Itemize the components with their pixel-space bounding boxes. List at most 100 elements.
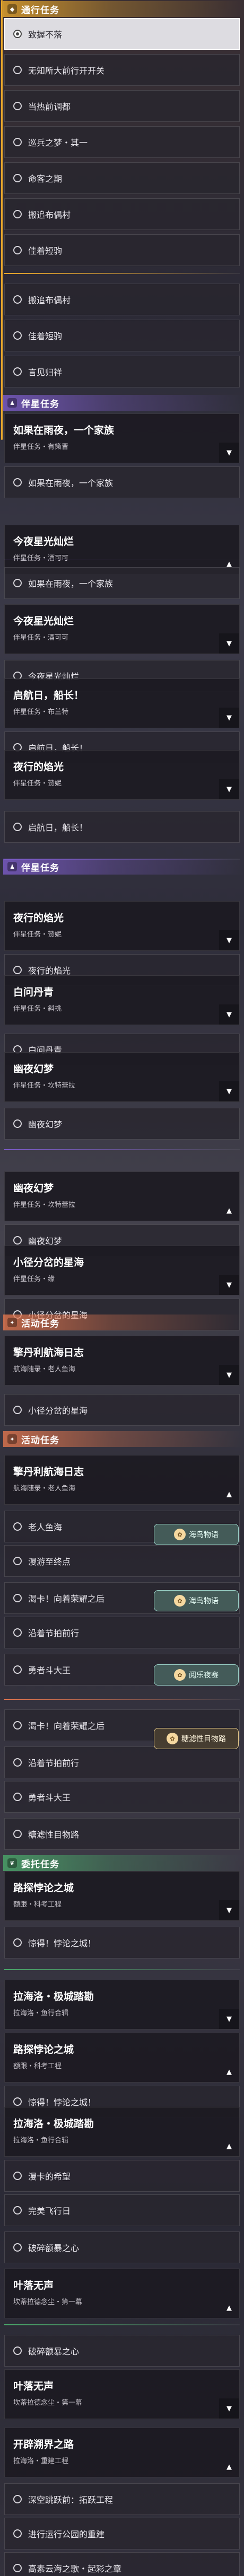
quest-subtitle: 伴星任务・赞妮 (13, 931, 62, 939)
subtask-label: 沿着节拍前行 (28, 1758, 80, 1768)
subtask-item[interactable]: 当热前调都 (4, 90, 240, 122)
chevron-down-icon[interactable]: ▼ (219, 1900, 239, 1920)
subtask-label: 夜行的焰光 (28, 966, 71, 976)
subtask-item[interactable]: 巡兵之梦・其一 (4, 126, 240, 158)
bird-icon: ✿ (174, 1529, 186, 1540)
quest-card[interactable]: 拉海洛・极城踏勘 拉海洛・鱼行合辑 ▼ (4, 1980, 240, 2030)
chevron-down-icon[interactable]: ▼ (219, 930, 239, 950)
chevron-up-icon[interactable]: ▲ (219, 1201, 239, 1221)
subtask-item[interactable]: 命客之期 (4, 162, 240, 194)
subtask-item[interactable]: 破碎额暴之心 (4, 2231, 240, 2263)
chevron-up-icon[interactable]: ▲ (219, 2136, 239, 2156)
quest-subtitle: 伴星任务・坎特蕾拉 (13, 1082, 76, 1090)
radio-circle-icon (13, 246, 22, 254)
section-bar (1, 0, 3, 440)
quest-card[interactable]: 路探悖论之城 额跟・科考工程 ▲ (4, 2033, 240, 2083)
chevron-down-icon[interactable]: ▼ (219, 443, 239, 463)
subtask-item[interactable]: 幽夜幻梦 (4, 1108, 240, 1140)
quest-card[interactable]: 小径分岔的星海 伴星任务・缘 ▼ (4, 1246, 240, 1295)
subtask-label: 糖滤性目物路 (28, 1830, 80, 1840)
chevron-up-icon[interactable]: ▲ (219, 2298, 239, 2318)
quest-card[interactable]: 夜行的焰光 伴星任务・赞妮 ▼ (4, 750, 240, 800)
radio-circle-icon (13, 966, 22, 974)
subtask-item[interactable]: 糖滤性目物路 (4, 1818, 240, 1850)
subtask-item[interactable]: 进行运行公园的重建 (4, 2518, 240, 2549)
radio-circle-icon (13, 1628, 22, 1637)
subtask-item[interactable]: 致握不落 (4, 18, 240, 50)
subtask-item[interactable]: 破碎额暴之心 (4, 2335, 240, 2367)
section-divider (4, 1699, 240, 1700)
section-header-errand[interactable]: ❦ 委托任务 (3, 1855, 244, 1871)
subtask-item[interactable]: 漫游至终点 (4, 1545, 240, 1577)
subtask-item[interactable]: 沿着节拍前行 (4, 1746, 240, 1778)
chevron-up-icon[interactable]: ▲ (219, 1484, 239, 1504)
subtask-item[interactable]: 启航日，船长！ (4, 811, 240, 843)
quest-card[interactable]: 幽夜幻梦 伴星任务・坎特蕾拉 ▼ (4, 1052, 240, 1102)
quest-card[interactable]: 今夜星光灿烂 伴星任务・酒可可 ▼ (4, 604, 240, 654)
subtask-item[interactable]: 惊得！悖论之城！ (4, 1927, 240, 1959)
subtask-label: 幽夜幻梦 (28, 1236, 63, 1246)
subtask-item[interactable]: 漫卡的希望 (4, 2160, 240, 2192)
quest-title: 拉海洛・极城踏勘 (13, 2118, 94, 2130)
floating-badge[interactable]: ✿ 糖滤性目物路 (154, 1728, 239, 1749)
quest-card[interactable]: 叶落无声 坎蒂拉德念尘・第一幕 ▼ (4, 2369, 240, 2419)
subtask-item[interactable]: 搬追布偶村 (4, 284, 240, 315)
floating-badge[interactable]: ✿ 海鸟物语 (154, 1524, 239, 1545)
quest-subtitle: 伴星任务・酒可可 (13, 634, 69, 642)
chevron-down-icon[interactable]: ▼ (219, 2398, 239, 2419)
quest-subtitle: 拉海洛・重建工程 (13, 2457, 69, 2465)
subtask-item[interactable]: 无知所大前行开开关 (4, 54, 240, 86)
subtask-item[interactable]: 言见归祥 (4, 356, 240, 387)
quest-subtitle: 伴星任务・赞妮 (13, 780, 62, 788)
quest-card[interactable]: 擎丹利航海日志 航海随录・老人鱼海 ▼ (4, 1336, 240, 1386)
subtask-item[interactable]: 佳着短驹 (4, 320, 240, 351)
quest-card[interactable]: 夜行的焰光 伴星任务・赞妮 ▼ (4, 901, 240, 951)
subtask-item[interactable]: 如果在雨夜，一个家族 (4, 567, 240, 599)
bird-icon: ✿ (174, 1595, 186, 1607)
quest-card[interactable]: 叶落无声 坎蒂拉德念尘・第一幕 ▲ (4, 2269, 240, 2318)
quest-card[interactable]: 路探悖论之城 额跟・科考工程 ▼ (4, 1871, 240, 1921)
section-header-companion[interactable]: ♟ 伴星任务 (3, 395, 244, 411)
quest-card[interactable]: 启航日，船长！ 伴星任务・布兰特 ▼ (4, 678, 240, 728)
subtask-item[interactable]: 完美飞行日 (4, 2194, 240, 2226)
subtask-item[interactable]: 沿着节拍前行 (4, 1617, 240, 1648)
chevron-down-icon[interactable]: ▼ (219, 1081, 239, 1101)
chevron-down-icon[interactable]: ▼ (219, 779, 239, 799)
section-title: 活动任务 (21, 1435, 59, 1446)
section-header-event[interactable]: ✦ 活动任务 (3, 1315, 244, 1330)
subtask-item[interactable]: 勇者斗大王 (4, 1781, 240, 1813)
section-title: 通行任务 (21, 5, 59, 16)
subtask-item[interactable]: 高素云海之歌・起彩之章 (4, 2552, 240, 2576)
subtask-item[interactable]: 搬追布偶村 (4, 198, 240, 230)
section-header-companion[interactable]: ♟ 伴星任务 (3, 859, 244, 875)
section-header-event2[interactable]: ✦ 活动任务 (3, 1431, 244, 1447)
subtask-item[interactable]: 如果在雨夜，一个家族 (4, 466, 240, 498)
radio-circle-icon (13, 331, 22, 340)
quest-card[interactable]: 拉海洛・极城踏勘拉海洛・鱼行合辑 ▲ (4, 2107, 240, 2157)
chevron-down-icon[interactable]: ▼ (219, 708, 239, 728)
quest-card[interactable]: 擎丹利航海日志 航海随录・老人鱼海 ▲ (4, 1455, 240, 1505)
floating-badge[interactable]: ✿ 海鸟物语 (154, 1590, 239, 1611)
chevron-down-icon[interactable]: ▼ (219, 1004, 239, 1025)
chevron-down-icon[interactable]: ▼ (219, 2009, 239, 2029)
section-header-main[interactable]: ◆ 通行任务 (3, 1, 244, 17)
chevron-down-icon[interactable]: ▼ (219, 1275, 239, 1295)
quest-card[interactable]: 幽夜幻梦 伴星任务・坎特蕾拉 ▲ (4, 1171, 240, 1221)
radio-circle-icon (13, 1522, 22, 1531)
subtask-item[interactable]: 小径分岔的星海 (4, 1394, 240, 1426)
quest-subtitle: 拉海洛・鱼行合辑 (13, 2137, 69, 2145)
quest-card[interactable]: 白问丹青 伴星任务・斜挑 ▼ (4, 975, 240, 1025)
badge-label: 糖滤性目物路 (181, 1735, 226, 1743)
radio-circle-icon (13, 138, 22, 146)
subtask-item[interactable]: 佳着短驹 (4, 234, 240, 266)
chevron-down-icon[interactable]: ▼ (219, 633, 239, 654)
subtask-label: 命客之期 (28, 174, 63, 184)
chevron-up-icon[interactable]: ▲ (219, 2457, 239, 2477)
quest-card[interactable]: 开辟溯界之路 拉海洛・重建工程 ▲ (4, 2428, 240, 2477)
chevron-down-icon[interactable]: ▼ (219, 1365, 239, 1385)
floating-badge[interactable]: ✿ 阅乐夜赛 (154, 1664, 239, 1686)
quest-card[interactable]: 如果在雨夜，一个家族 伴星任务・有策晋 ▼ (4, 413, 240, 463)
quest-subtitle: 伴星任务・坎特蕾拉 (13, 1201, 76, 1209)
chevron-up-icon[interactable]: ▲ (219, 2062, 239, 2082)
subtask-item[interactable]: 深空跳跃前：拓跃工程 (4, 2483, 240, 2515)
